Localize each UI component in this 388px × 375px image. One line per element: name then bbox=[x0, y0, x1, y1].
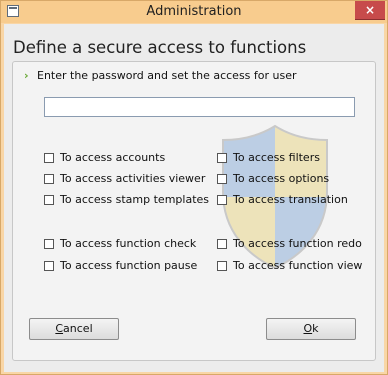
checkbox-label: To access function view bbox=[233, 259, 363, 272]
ok-mnemonic: O bbox=[303, 322, 313, 335]
checkbox-label: To access function redo bbox=[233, 237, 362, 250]
ok-label: k bbox=[312, 322, 319, 335]
checkbox-box[interactable] bbox=[217, 174, 227, 184]
instruction-text: Enter the password and set the access fo… bbox=[37, 69, 297, 82]
client-area: Define a secure access to functions › En… bbox=[4, 24, 384, 372]
cancel-button[interactable]: Cancel bbox=[29, 318, 119, 340]
arrow-right-icon: › bbox=[24, 69, 29, 82]
administration-window: Administration × Define a secure access … bbox=[0, 0, 388, 375]
checkbox-box[interactable] bbox=[44, 239, 54, 249]
cancel-label: ancel bbox=[63, 322, 93, 335]
checkbox-label: To access stamp templates bbox=[60, 193, 210, 206]
checkbox-box[interactable] bbox=[44, 261, 54, 271]
checkbox-box[interactable] bbox=[217, 153, 227, 163]
password-input[interactable] bbox=[44, 97, 355, 117]
checkbox-box[interactable] bbox=[217, 239, 227, 249]
close-button[interactable]: × bbox=[355, 1, 385, 20]
cancel-mnemonic: C bbox=[55, 322, 64, 335]
title-bar[interactable]: Administration × bbox=[1, 1, 387, 23]
checkbox-label: To access activities viewer bbox=[60, 172, 206, 185]
checkbox-label: To access accounts bbox=[60, 151, 166, 164]
checkbox-label: To access filters bbox=[233, 151, 320, 164]
checkbox-box[interactable] bbox=[217, 261, 227, 271]
checkbox-label: To access options bbox=[233, 172, 330, 185]
checkbox-label: To access function pause bbox=[60, 259, 198, 272]
checkbox-box[interactable] bbox=[217, 195, 227, 205]
checkbox-box[interactable] bbox=[44, 174, 54, 184]
checkbox-label: To access translation bbox=[233, 193, 348, 206]
window-title: Administration bbox=[146, 4, 242, 19]
page-heading: Define a secure access to functions bbox=[13, 38, 307, 57]
checkbox-box[interactable] bbox=[44, 153, 54, 163]
checkbox-box[interactable] bbox=[44, 195, 54, 205]
checkbox-label: To access function check bbox=[60, 237, 197, 250]
ok-button[interactable]: Ok bbox=[266, 318, 356, 340]
